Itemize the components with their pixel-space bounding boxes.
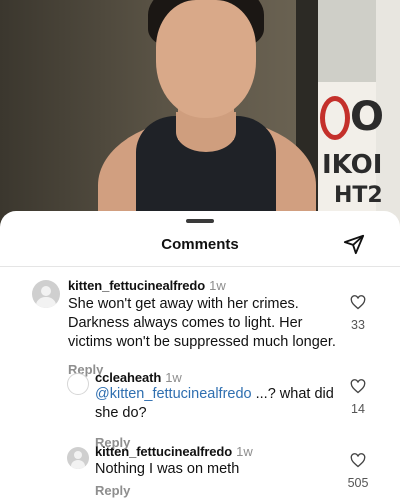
comment-header: kitten_fettucinealfredo 1w	[95, 443, 253, 461]
comment-time: 1w	[236, 444, 253, 459]
comment-text-line: Nothing I was on meth	[95, 461, 240, 477]
photo-sign-text-3: HT2	[334, 183, 383, 208]
like-count: 33	[351, 318, 365, 332]
comment-text-line: Darkness always comes to light. Her	[68, 315, 303, 331]
comment-text-line: @kitten_fettucinealfredo ...? what did	[95, 385, 345, 404]
comment-text-line: she do?	[95, 405, 147, 421]
comment-username[interactable]: kitten_fettucinealfredo	[68, 278, 205, 293]
avatar[interactable]	[67, 373, 89, 395]
drag-handle[interactable]	[186, 219, 214, 223]
heart-icon[interactable]	[349, 379, 367, 399]
heart-icon[interactable]	[349, 295, 367, 315]
like-count: 505	[347, 476, 369, 490]
photo-sign-text-2: IKOI	[322, 150, 383, 180]
photo-person-face	[156, 0, 256, 118]
header-divider	[0, 266, 400, 267]
paper-plane-icon[interactable]	[343, 233, 365, 255]
heart-icon[interactable]	[349, 453, 367, 473]
comment-time: 1w	[165, 370, 182, 385]
comment-time: 1w	[209, 278, 226, 293]
comment-text: She won't get away with her crimes. Dark…	[68, 295, 358, 352]
comments-sheet: Comments kitten_fettucinealfredo 1w She w…	[0, 211, 400, 498]
comment-username[interactable]: kitten_fettucinealfredo	[95, 444, 232, 459]
like-count: 14	[351, 402, 365, 416]
mention-link[interactable]: @kitten_fettucinealfredo	[95, 386, 252, 402]
comment-item: kitten_fettucinealfredo 1w She won't get …	[0, 273, 400, 377]
avatar[interactable]	[67, 447, 89, 469]
comment-text: Nothing I was on meth	[95, 460, 345, 479]
comment-username[interactable]: ccleaheath	[95, 370, 161, 385]
comment-text-line: victims won't be suppressed much longer.	[68, 334, 336, 350]
photo-sign-text-1: O	[350, 94, 385, 140]
background-photo: O IKOI HT2	[0, 0, 400, 240]
comment-text: @kitten_fettucinealfredo ...? what did s…	[95, 385, 345, 423]
comment-header: kitten_fettucinealfredo 1w	[68, 277, 226, 295]
sheet-title: Comments	[161, 236, 239, 253]
comment-text-fragment: ...? what did	[251, 386, 334, 402]
comment-text-line: She won't get away with her crimes.	[68, 296, 299, 312]
reply-comment-item: kitten_fettucinealfredo 1w Nothing I was …	[0, 441, 400, 501]
photo-sign-symbol	[320, 96, 350, 140]
reply-comment-item: ccleaheath 1w @kitten_fettucinealfredo ..…	[0, 365, 400, 450]
avatar[interactable]	[32, 280, 60, 308]
